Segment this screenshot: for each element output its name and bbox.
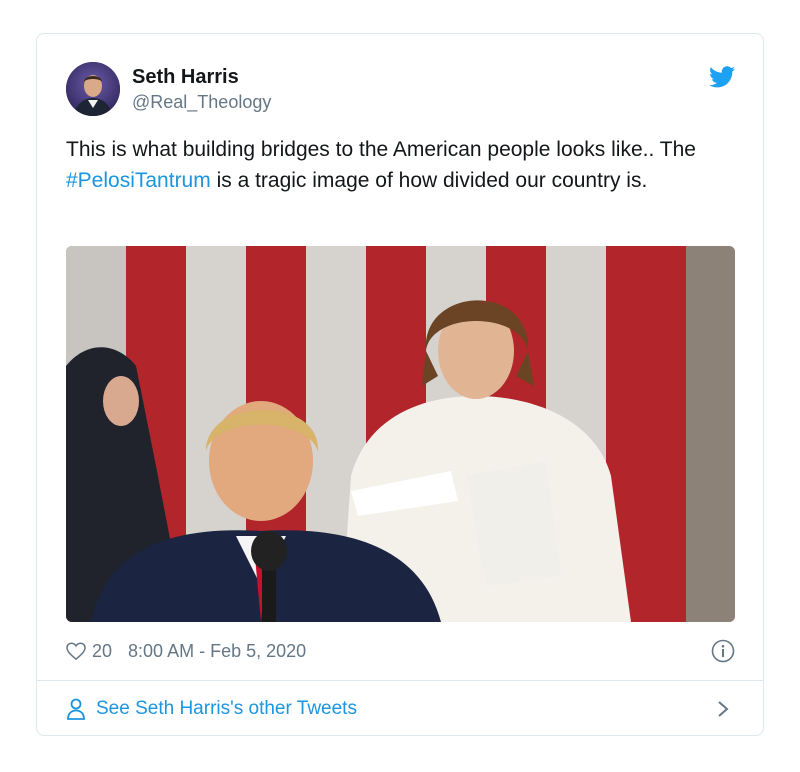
tweet-meta: 20 8:00 AM - Feb 5, 2020 <box>66 637 735 665</box>
other-tweets-link[interactable]: See Seth Harris's other Tweets <box>66 681 735 737</box>
heart-icon <box>66 642 86 660</box>
tweet-timestamp[interactable]: 8:00 AM - Feb 5, 2020 <box>128 641 306 662</box>
tweet-text-after: is a tragic image of how divided our cou… <box>210 169 648 192</box>
author-handle[interactable]: @Real_Theology <box>132 90 271 114</box>
tweet-text-before: This is what building bridges to the Ame… <box>66 138 696 161</box>
info-icon[interactable] <box>711 639 735 663</box>
tweet-header: Seth Harris @Real_Theology <box>66 62 735 118</box>
twitter-bird-icon[interactable] <box>709 66 735 88</box>
tweet-text: This is what building bridges to the Ame… <box>66 134 746 196</box>
other-tweets-label: See Seth Harris's other Tweets <box>96 698 357 719</box>
author-display-name[interactable]: Seth Harris <box>132 64 271 90</box>
tweet-photo[interactable] <box>66 246 735 622</box>
hashtag-link[interactable]: #PelosiTantrum <box>66 169 211 192</box>
person-icon <box>67 698 85 720</box>
like-count: 20 <box>92 640 113 661</box>
like-action[interactable]: 20 <box>66 641 128 662</box>
avatar[interactable] <box>66 62 120 116</box>
tweet-card: Seth Harris @Real_Theology This is what … <box>36 33 764 736</box>
chevron-right-icon <box>718 701 729 717</box>
